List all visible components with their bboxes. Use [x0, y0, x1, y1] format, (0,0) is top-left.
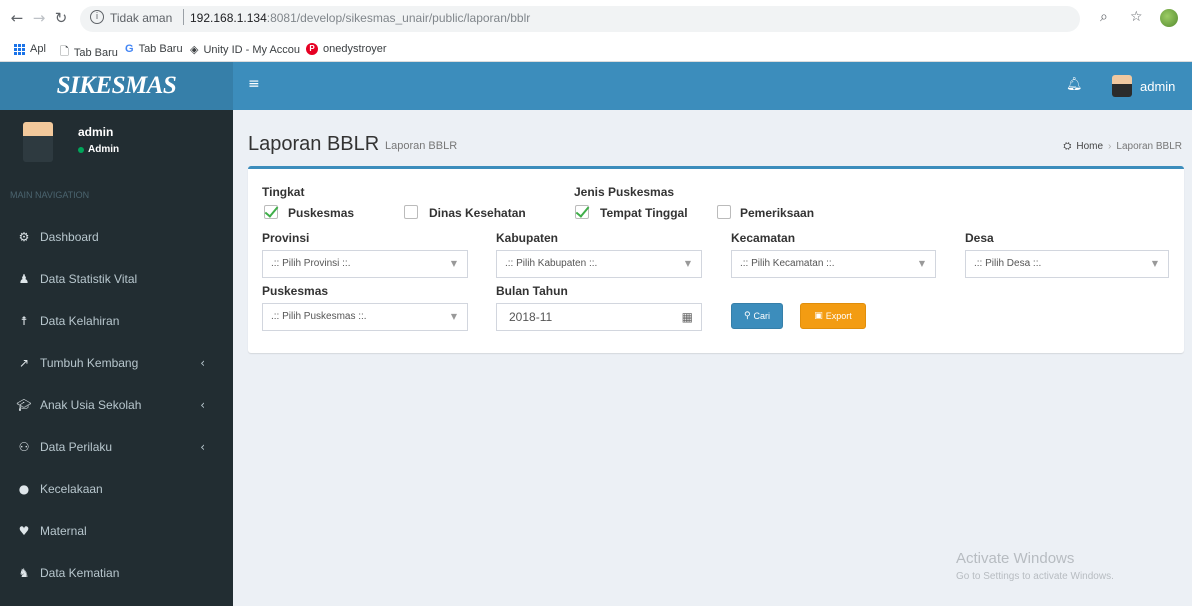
address-row: ← → ↻ i Tidak aman 192.168.1.134:8081/de… — [0, 0, 1192, 38]
chevron-left-icon: ‹ — [200, 398, 205, 412]
caret-down-icon: ▼ — [1151, 259, 1158, 268]
info-icon[interactable]: i — [90, 10, 104, 24]
avatar — [23, 122, 53, 162]
online-dot-icon — [78, 146, 84, 153]
bookmarks-bar: Apl 🗋 Tab Baru G Tab Baru ◈ Unity ID - M… — [0, 40, 1192, 60]
provinsi-select[interactable]: .:: Pilih Provinsi ::. ▼ — [262, 250, 468, 278]
status-badge: Admin — [78, 144, 119, 155]
desa-select[interactable]: .:: Pilih Desa ::. ▼ — [965, 250, 1169, 278]
desa-label: Desa — [965, 231, 994, 245]
breadcrumb-current: Laporan BBLR — [1116, 141, 1182, 152]
sidebar-item-data-kematian[interactable]: ♞ Data Kematian — [0, 552, 233, 594]
child-icon: ☨ — [20, 314, 28, 328]
activation-watermark-title: Activate Windows — [956, 550, 1075, 567]
page-icon: 🗋 — [60, 45, 69, 58]
user-icon: ♟ — [18, 272, 30, 286]
bulan-tahun-label: Bulan Tahun — [496, 284, 568, 298]
bookmark-onedystroyer[interactable]: P onedystroyer — [306, 43, 387, 55]
user-panel: admin Admin — [0, 110, 233, 176]
sidebar: admin Admin MAIN NAVIGATION ⚙ Dashboard ♟… — [0, 110, 233, 606]
caret-down-icon: ▼ — [918, 259, 925, 268]
sidebar-toggle-icon[interactable]: ≡ — [248, 76, 260, 92]
home-icon: ⛭ — [1063, 141, 1072, 152]
chevron-left-icon: ‹ — [200, 356, 205, 370]
users-icon: ♞ — [18, 566, 30, 580]
bookmark-tab-baru-1[interactable]: 🗋 Tab Baru — [60, 43, 118, 62]
cari-button[interactable]: ⚲ Cari — [731, 303, 783, 329]
dinas-kesehatan-checkbox[interactable] — [404, 205, 418, 219]
sidebar-item-data-perilaku[interactable]: ⚇ Data Perilaku ‹ — [0, 426, 233, 468]
calendar-icon[interactable]: ▦ — [682, 304, 693, 330]
extension-icon[interactable] — [1160, 9, 1178, 27]
sidebar-item-maternal[interactable]: ♥ Maternal — [0, 510, 233, 552]
forward-icon[interactable]: → — [30, 9, 48, 27]
activation-watermark-text: Go to Settings to activate Windows. — [956, 571, 1114, 582]
breadcrumb-separator: › — [1108, 141, 1112, 152]
jenis-puskesmas-label: Jenis Puskesmas — [574, 185, 675, 199]
dinas-kesehatan-checkbox-label: Dinas Kesehatan — [429, 206, 526, 220]
tingkat-label: Tingkat — [262, 185, 305, 199]
security-label: Tidak aman — [110, 11, 173, 25]
back-icon[interactable]: ← — [8, 9, 26, 27]
chart-icon: ↗ — [18, 356, 30, 370]
breadcrumb: ⛭ Home › Laporan BBLR — [1063, 141, 1182, 152]
sidebar-item-anak-usia-sekolah[interactable]: 🎓︎ Anak Usia Sekolah ‹ — [0, 384, 233, 426]
star-icon[interactable]: ☆ — [1130, 9, 1143, 25]
nav-header: MAIN NAVIGATION — [10, 190, 90, 200]
pemeriksaan-checkbox[interactable] — [717, 205, 731, 219]
kabupaten-select[interactable]: .:: Pilih Kabupaten ::. ▼ — [496, 250, 702, 278]
heartbeat-icon: ♥ — [18, 524, 30, 538]
bookmark-unity[interactable]: ◈ Unity ID - My Accou — [190, 43, 300, 56]
puskesmas-checkbox[interactable] — [264, 205, 278, 219]
search-icon: ⚲ — [743, 311, 751, 321]
file-icon: ▣ — [814, 311, 823, 321]
sidebar-item-kecelakaan[interactable]: ● Kecelakaan — [0, 468, 233, 510]
pinterest-icon: P — [306, 43, 318, 55]
dashboard-icon: ⚙ — [18, 230, 30, 244]
google-icon: G — [125, 43, 134, 55]
pemeriksaan-checkbox-label: Pemeriksaan — [740, 206, 815, 220]
sidebar-item-dashboard[interactable]: ⚙ Dashboard — [0, 216, 233, 258]
apps-icon — [14, 43, 25, 55]
kecamatan-select[interactable]: .:: Pilih Kecamatan ::. ▼ — [731, 250, 936, 278]
header-user-name[interactable]: admin — [1140, 79, 1175, 94]
puskesmas-checkbox-label: Puskesmas — [288, 206, 355, 220]
breadcrumb-home[interactable]: Home — [1076, 141, 1103, 152]
puskesmas-select[interactable]: .:: Pilih Puskesmas ::. ▼ — [262, 303, 468, 331]
binoculars-icon: ⚇ — [18, 440, 30, 454]
sidebar-item-data-kelahiran[interactable]: ☨ Data Kelahiran — [0, 300, 233, 342]
caret-down-icon: ▼ — [450, 312, 457, 321]
tempat-tinggal-checkbox[interactable] — [575, 205, 589, 219]
kecamatan-label: Kecamatan — [731, 231, 796, 245]
alert-icon: ● — [18, 482, 30, 496]
bell-icon[interactable]: 🔔︎ — [1066, 77, 1083, 92]
divider — [183, 9, 184, 25]
provinsi-label: Provinsi — [262, 231, 310, 245]
sidebar-item-data-statistik-vital[interactable]: ♟ Data Statistik Vital — [0, 258, 233, 300]
caret-down-icon: ▼ — [684, 259, 691, 268]
bookmark-apps[interactable]: Apl — [14, 43, 46, 55]
caret-down-icon: ▼ — [450, 259, 457, 268]
bookmark-tab-baru-2[interactable]: G Tab Baru — [125, 43, 183, 55]
reload-icon[interactable]: ↻ — [52, 9, 70, 27]
sidebar-user-name: admin — [78, 125, 114, 139]
page-title: Laporan BBLR — [248, 133, 380, 155]
zoom-icon[interactable]: ⌕ — [1100, 9, 1108, 25]
url-text[interactable]: 192.168.1.134:8081/develop/sikesmas_unai… — [190, 11, 530, 25]
chevron-left-icon: ‹ — [200, 440, 205, 454]
app-logo[interactable]: SIKESMAS — [0, 62, 233, 110]
bulan-tahun-input[interactable]: 2018-11 ▦ — [496, 303, 702, 331]
puskesmas-label: Puskesmas — [262, 284, 329, 298]
graduation-icon: 🎓︎ — [16, 398, 32, 412]
kabupaten-label: Kabupaten — [496, 231, 559, 245]
tempat-tinggal-checkbox-label: Tempat Tinggal — [600, 206, 688, 220]
filter-box: Tingkat Jenis Puskesmas Puskesmas Dinas … — [248, 166, 1184, 353]
unity-icon: ◈ — [190, 43, 199, 56]
page-subtitle: Laporan BBLR — [385, 140, 458, 152]
avatar[interactable] — [1112, 75, 1132, 97]
browser-chrome: ← → ↻ i Tidak aman 192.168.1.134:8081/de… — [0, 0, 1192, 62]
export-button[interactable]: ▣ Export — [800, 303, 866, 329]
sidebar-item-tumbuh-kembang[interactable]: ↗ Tumbuh Kembang ‹ — [0, 342, 233, 384]
